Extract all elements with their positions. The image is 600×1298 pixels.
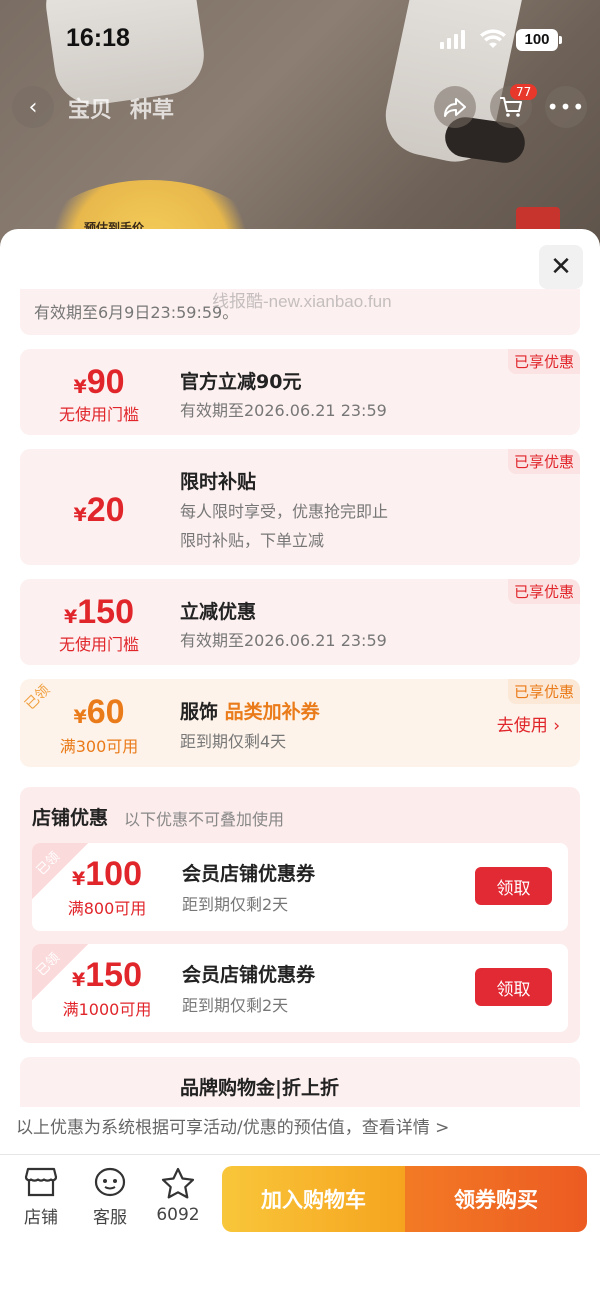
coupon-amount: 20 xyxy=(86,491,125,529)
coupon-title-prefix: 服饰 xyxy=(180,701,219,723)
use-coupon-link[interactable]: 去使用 › xyxy=(497,711,560,736)
coupon-condition: 满1000可用 xyxy=(62,1000,152,1019)
store-coupon-card[interactable]: 已领 ¥100 满800可用 会员店铺优惠券 距到期仅剩2天 领取 xyxy=(32,843,568,931)
coupon-amount: 150 xyxy=(85,956,142,994)
coupon-subtitle: 有效期至2026.06.21 23:59 xyxy=(180,631,387,650)
coupon-status-badge: 已享优惠 xyxy=(507,679,580,704)
coupon-title: 限时补贴 xyxy=(180,471,257,493)
currency-symbol: ¥ xyxy=(73,706,87,728)
coupon-condition: 满800可用 xyxy=(67,899,147,918)
coupon-card[interactable]: ¥150 无使用门槛 立减优惠 有效期至2026.06.21 23:59 已享优… xyxy=(20,579,580,665)
coupon-subtitle: 距到期仅剩2天 xyxy=(182,996,289,1015)
currency-symbol: ¥ xyxy=(73,504,87,526)
share-icon xyxy=(444,98,466,117)
store-button[interactable]: 店铺 xyxy=(11,1167,71,1228)
watermark: 线报酷-new.xianbao.fun xyxy=(212,292,392,311)
claim-button[interactable]: 领取 xyxy=(475,867,552,905)
store-icon xyxy=(24,1167,58,1197)
discount-footnote-link[interactable]: 以上优惠为系统根据可享活动/优惠的预估值，查看详情 > xyxy=(16,1113,449,1138)
coupon-condition: 无使用门槛 xyxy=(58,635,139,654)
close-button[interactable]: ✕ xyxy=(539,245,583,289)
brand-card-title: 品牌购物金|折上折 xyxy=(180,1077,339,1099)
cart-count-badge: 77 xyxy=(510,84,538,100)
customer-service-icon xyxy=(94,1167,126,1197)
coupon-title: 会员店铺优惠券 xyxy=(182,964,316,986)
coupon-condition: 满300可用 xyxy=(59,737,139,756)
tab-baobei[interactable]: 宝贝 xyxy=(68,92,112,124)
status-time: 16:18 xyxy=(66,24,130,52)
currency-symbol: ¥ xyxy=(64,606,78,628)
coupon-condition: 无使用门槛 xyxy=(58,405,139,424)
coupon-amount: 90 xyxy=(86,363,125,401)
coupon-status-badge: 已享优惠 xyxy=(507,449,580,474)
coupon-subtitle: 距到期仅剩2天 xyxy=(182,895,289,914)
coupon-title: 立减优惠 xyxy=(180,601,257,623)
coupon-subtitle: 限时补贴，下单立减 xyxy=(180,531,325,550)
currency-symbol: ¥ xyxy=(72,868,86,890)
wifi-icon xyxy=(480,29,506,48)
tab-zhongcao[interactable]: 种草 xyxy=(130,92,174,124)
coupon-subtitle: 有效期至2026.06.21 23:59 xyxy=(180,401,387,420)
coupon-title: 会员店铺优惠券 xyxy=(182,863,316,885)
coupon-card[interactable]: ¥90 无使用门槛 官方立减90元 有效期至2026.06.21 23:59 已… xyxy=(20,349,580,435)
store-coupons-section: 店铺优惠 以下优惠不可叠加使用 已领 ¥100 满800可用 会员店铺优惠券 距… xyxy=(20,787,580,1043)
favorite-count: 6092 xyxy=(156,1205,200,1225)
brand-coupon-card[interactable]: 品牌购物金|折上折 xyxy=(20,1057,580,1107)
claim-button[interactable]: 领取 xyxy=(475,968,552,1006)
battery-indicator: 100 xyxy=(516,29,562,51)
share-button[interactable] xyxy=(434,86,476,128)
customer-service-button[interactable]: 客服 xyxy=(80,1167,140,1228)
status-bar: 16:18 100 xyxy=(0,0,600,80)
coupon-status-badge: 已享优惠 xyxy=(507,579,580,604)
store-section-title: 店铺优惠 xyxy=(32,807,109,829)
currency-symbol: ¥ xyxy=(73,376,87,398)
favorite-button[interactable]: 6092 xyxy=(148,1167,208,1225)
back-button[interactable]: ‹ xyxy=(12,86,54,128)
coupon-card-category[interactable]: 已领 ¥60 满300可用 服饰 品类加补券 距到期仅剩4天 已享优惠 去使用 … xyxy=(20,679,580,767)
coupon-amount: 100 xyxy=(85,855,142,893)
coupon-card[interactable]: ¥20 限时补贴 每人限时享受，优惠抢完即止 限时补贴，下单立减 已享优惠 xyxy=(20,449,580,565)
coupon-title: 服饰 品类加补券 xyxy=(180,697,320,724)
more-dots-icon: ••• xyxy=(546,95,586,119)
customer-service-label: 客服 xyxy=(93,1208,127,1228)
store-coupon-card[interactable]: 已领 ¥150 满1000可用 会员店铺优惠券 距到期仅剩2天 领取 xyxy=(32,944,568,1032)
coupon-subtitle: 每人限时享受，优惠抢完即止 xyxy=(180,502,389,521)
bottom-action-bar: 店铺 客服 6092 加入购物车 领券购买 xyxy=(0,1155,600,1298)
coupon-validity-text: 有效期至6月9日23:59:59。 xyxy=(34,303,239,322)
coupon-amount: 60 xyxy=(86,693,125,731)
coupon-status-badge: 已享优惠 xyxy=(507,349,580,374)
coupon-sheet: ✕ 有效期至6月9日23:59:59。 线报酷-new.xianbao.fun … xyxy=(0,229,600,1298)
coupon-title-accent: 品类加补券 xyxy=(224,701,320,723)
add-to-cart-button[interactable]: 加入购物车 xyxy=(222,1166,405,1232)
close-icon: ✕ xyxy=(550,252,572,282)
more-button[interactable]: ••• xyxy=(545,86,587,128)
chevron-left-icon: ‹ xyxy=(28,94,38,120)
coupon-amount: 150 xyxy=(77,593,134,631)
coupon-subtitle: 距到期仅剩4天 xyxy=(180,732,287,751)
currency-symbol: ¥ xyxy=(72,969,86,991)
coupon-title: 官方立减90元 xyxy=(180,371,302,393)
store-label: 店铺 xyxy=(24,1208,58,1228)
star-icon xyxy=(161,1167,195,1199)
cellular-signal-icon xyxy=(440,30,465,49)
store-section-note: 以下优惠不可叠加使用 xyxy=(124,810,285,829)
claim-and-buy-button[interactable]: 领券购买 xyxy=(405,1166,587,1232)
